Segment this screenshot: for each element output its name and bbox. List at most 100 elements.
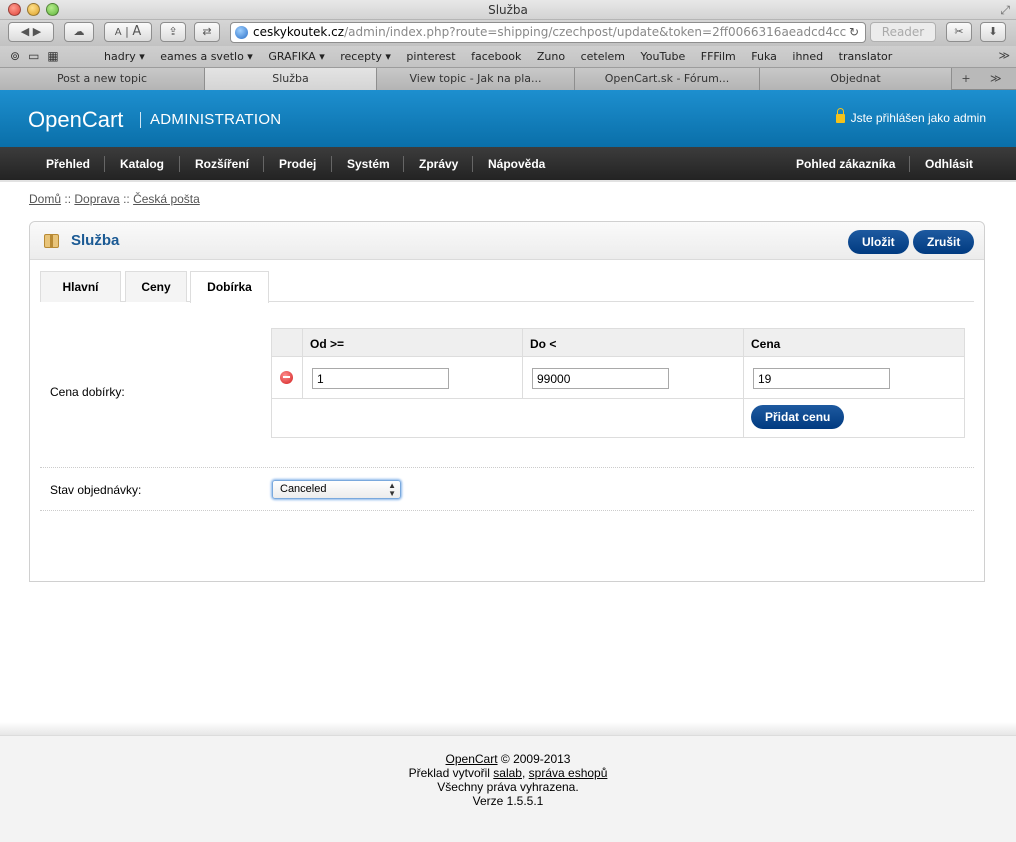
font-smaller-button[interactable]: A (115, 27, 122, 38)
reading-list-icon[interactable]: ⊚ (10, 49, 28, 63)
bookmark-item[interactable]: Fuka (751, 50, 777, 63)
font-size-buttons[interactable]: A | A (104, 22, 152, 42)
breadcrumb-home[interactable]: Domů (29, 192, 61, 206)
translator-link[interactable]: salab (493, 766, 522, 780)
menu-divider (472, 156, 473, 172)
menu-divider (263, 156, 264, 172)
browser-tab-active[interactable]: Služba (205, 68, 377, 90)
icloud-button[interactable]: ☁ (64, 22, 94, 42)
menu-divider (403, 156, 404, 172)
menu-item-system[interactable]: Systém (347, 147, 390, 182)
reader-button[interactable]: Reader (870, 22, 936, 42)
back-arrow-icon[interactable]: ◀ (21, 25, 29, 38)
bookmark-item[interactable]: pinterest (406, 50, 455, 63)
menu-item-reports[interactable]: Zprávy (419, 147, 458, 182)
bookmark-item[interactable]: cetelem (581, 50, 625, 63)
eshop-admin-link[interactable]: správa eshopů (529, 766, 608, 780)
save-button[interactable]: Uložit (848, 230, 909, 254)
menu-divider (179, 156, 180, 172)
bookmarks-bar: ⊚▭▦ hadry ▾ eames a svetlo ▾ GRAFIKA ▾ r… (0, 46, 1016, 68)
opencart-logo[interactable]: OpenCart (28, 107, 123, 133)
translation-comma: , (521, 766, 526, 780)
scissors-icon: ✂ (954, 25, 964, 38)
tab-prices[interactable]: Ceny (125, 271, 187, 302)
browser-tab[interactable]: View topic - Jak na pla... (377, 68, 575, 90)
footer-version: Verze 1.5.5.1 (472, 794, 544, 808)
bookmark-item[interactable]: GRAFIKA ▾ (268, 50, 324, 63)
footer-copyright: OpenCart © 2009-2013 (0, 752, 1016, 766)
breadcrumb-separator: :: (64, 192, 72, 206)
page-title: Služba (71, 232, 120, 249)
bookmark-item[interactable]: recepty ▾ (340, 50, 391, 63)
bookmarks-icons: ⊚▭▦ (10, 49, 67, 63)
tabs-overflow-icon[interactable]: ≫ (990, 68, 1002, 90)
menu-item-store-front[interactable]: Pohled zákazníka (796, 147, 895, 182)
bookmark-item[interactable]: Zuno (537, 50, 565, 63)
font-larger-button[interactable]: A (132, 24, 141, 39)
breadcrumb-shipping[interactable]: Doprava (74, 192, 119, 206)
url-text: ceskykoutek.cz/admin/index.php?route=shi… (253, 23, 846, 42)
snippet-button[interactable]: ✂ (946, 22, 972, 42)
logged-in-text: Jste přihlášen jako admin (850, 111, 986, 125)
bookmark-item[interactable]: eames a svetlo ▾ (160, 50, 253, 63)
browser-tabs: Post a new topic Služba View topic - Jak… (0, 68, 1016, 90)
bookmark-item[interactable]: hadry ▾ (104, 50, 145, 63)
main-menu: Přehled Katalog Rozšíření Prodej Systém … (0, 147, 1016, 182)
bookmarks-overflow-icon[interactable]: ≫ (998, 49, 1010, 62)
new-tab-icon[interactable]: + (952, 68, 980, 90)
top-sites-icon[interactable]: ▦ (47, 49, 66, 63)
bookmark-item[interactable]: FFFilm (701, 50, 736, 63)
footer: OpenCart © 2009-2013 Překlad vytvořil sa… (0, 736, 1016, 842)
price-input[interactable] (753, 368, 890, 389)
menu-item-logout[interactable]: Odhlásit (925, 147, 973, 182)
shrink-button[interactable]: ⇄ (194, 22, 220, 42)
to-input[interactable] (532, 368, 669, 389)
order-status-select[interactable]: Canceled ▲ ▼ (272, 480, 401, 499)
from-input[interactable] (312, 368, 449, 389)
forward-arrow-icon[interactable]: ▶ (33, 25, 41, 38)
bookmark-item[interactable]: ihned (792, 50, 823, 63)
menu-item-catalog[interactable]: Katalog (120, 147, 164, 182)
menu-item-help[interactable]: Nápověda (488, 147, 545, 182)
content-box: Služba Uložit Zrušit Hlavní Ceny Dobírka… (29, 221, 985, 582)
browser-tab[interactable]: Objednat (760, 68, 952, 90)
tab-general[interactable]: Hlavní (40, 271, 121, 302)
download-icon: ⬇ (988, 25, 998, 38)
address-bar[interactable]: ceskykoutek.cz/admin/index.php?route=shi… (230, 22, 866, 43)
row-separator (40, 467, 974, 468)
reload-icon[interactable]: ↻ (849, 23, 859, 42)
menu-item-extensions[interactable]: Rozšíření (195, 147, 249, 182)
url-path: /admin/index.php?route=shipping/czechpos… (344, 25, 847, 39)
column-header-to: Do < (530, 337, 557, 351)
footer-translation: Překlad vytvořil salab, správa eshopů (0, 766, 1016, 780)
column-divider (302, 329, 303, 399)
column-header-from: Od >= (310, 337, 345, 351)
opencart-link[interactable]: OpenCart (446, 752, 498, 766)
bookmark-item[interactable]: facebook (471, 50, 521, 63)
browser-tab[interactable]: OpenCart.sk - Fórum... (575, 68, 760, 90)
column-divider (522, 329, 523, 399)
window-titlebar: Služba ⤢ (0, 0, 1016, 20)
back-forward-buttons[interactable]: ◀ ▶ (8, 22, 54, 42)
menu-divider (331, 156, 332, 172)
fullscreen-icon[interactable]: ⤢ (1000, 3, 1010, 18)
browser-tab[interactable]: Post a new topic (0, 68, 205, 90)
remove-row-icon[interactable] (280, 371, 293, 384)
logged-in-user: Jste přihlášen jako admin (835, 108, 986, 125)
footer-separator (0, 722, 1016, 736)
tab-cod[interactable]: Dobírka (190, 271, 269, 303)
share-button[interactable]: ⇪ (160, 22, 186, 42)
bookmarks-book-icon[interactable]: ▭ (28, 49, 47, 63)
breadcrumb-czech-post[interactable]: Česká pošta (133, 192, 200, 206)
cancel-button[interactable]: Zrušit (913, 230, 975, 254)
admin-header: OpenCart ADMINISTRATION Jste přihlášen j… (0, 90, 1016, 147)
menu-item-dashboard[interactable]: Přehled (46, 147, 90, 182)
add-price-button[interactable]: Přidat cenu (751, 405, 845, 429)
logo-divider (140, 112, 141, 128)
menu-item-sales[interactable]: Prodej (279, 147, 316, 182)
bookmark-item[interactable]: YouTube (641, 50, 686, 63)
row-separator (40, 510, 974, 511)
bookmark-item[interactable]: translator (839, 50, 893, 63)
administration-label: ADMINISTRATION (150, 111, 282, 128)
downloads-button[interactable]: ⬇ (980, 22, 1006, 42)
